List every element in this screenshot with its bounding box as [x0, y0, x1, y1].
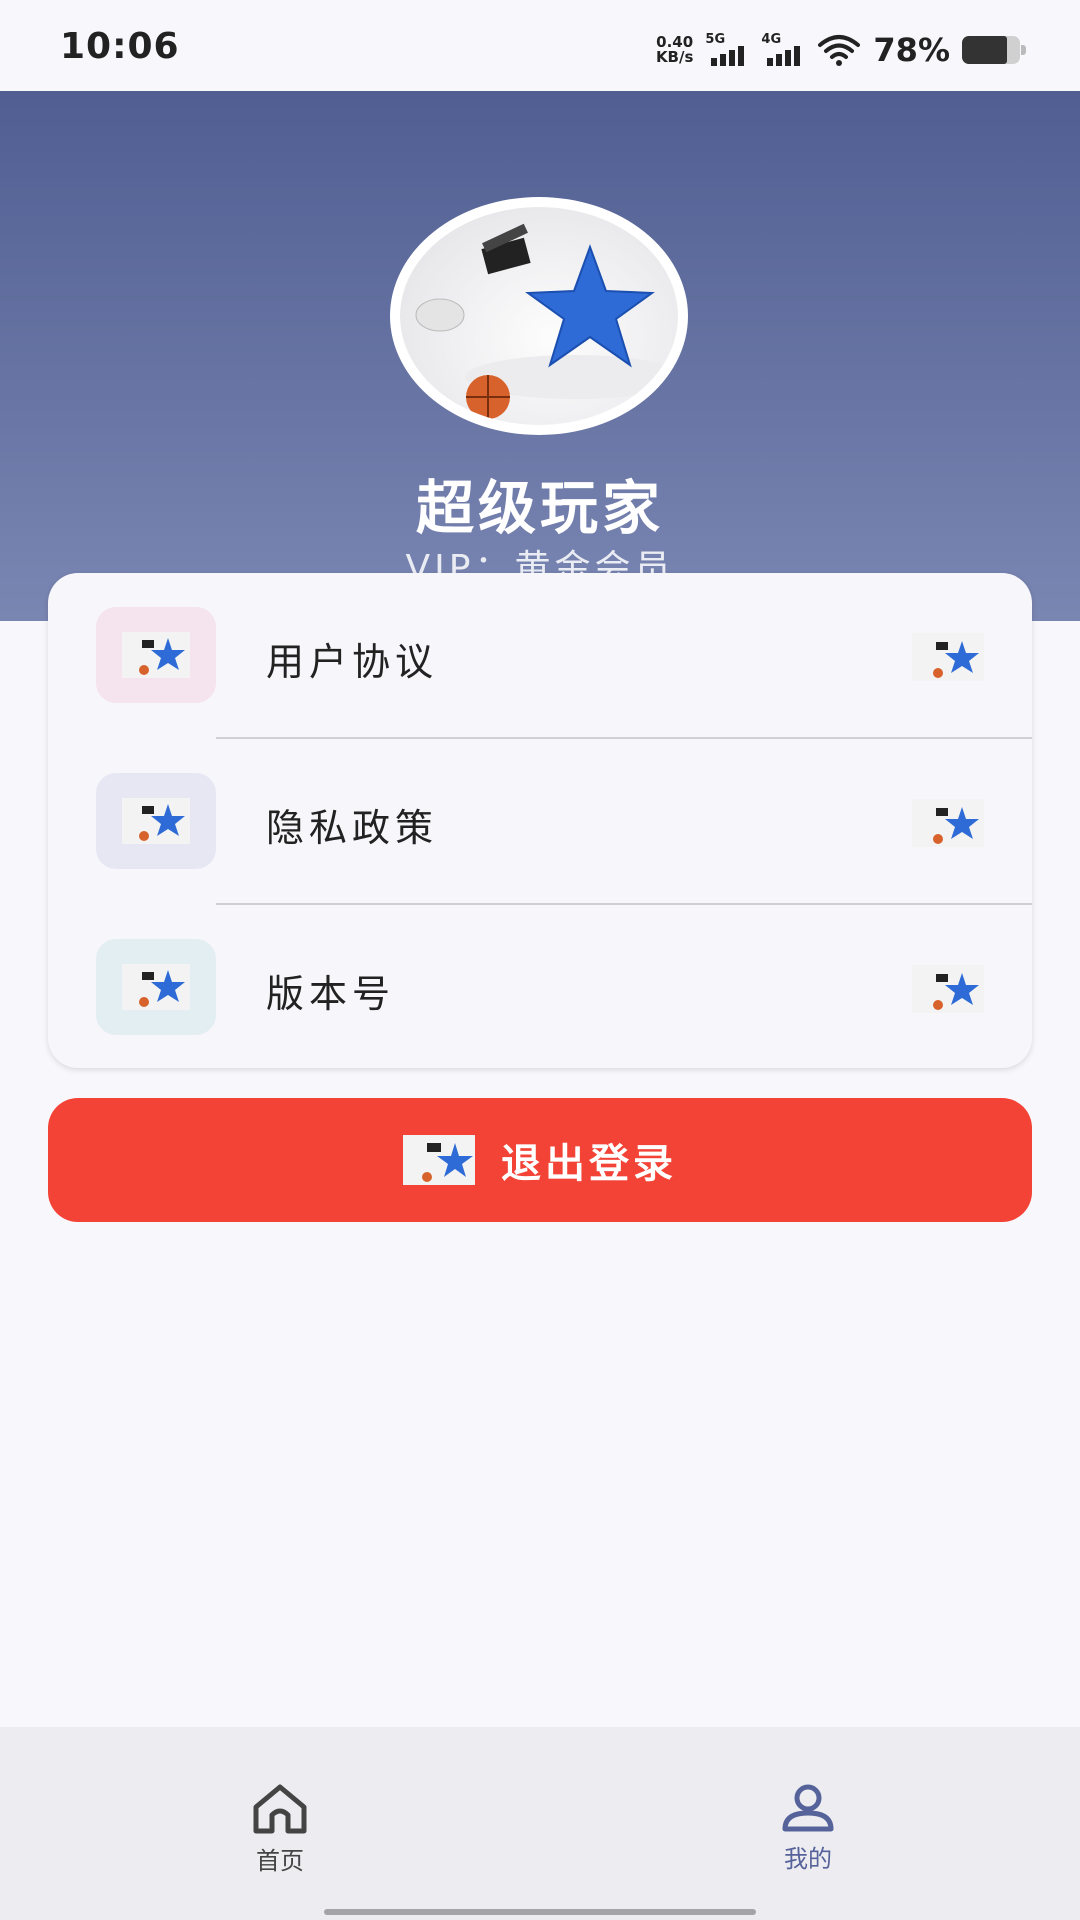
status-time: 10:06	[60, 26, 180, 67]
menu-item-label: 隐私政策	[266, 806, 439, 850]
battery-icon	[962, 36, 1026, 64]
home-icon	[253, 1784, 307, 1834]
home-indicator	[324, 1909, 756, 1915]
bottom-nav: 首页 我的	[0, 1727, 1080, 1920]
menu-icon-box	[96, 939, 216, 1035]
menu-item-label: 用户协议	[266, 640, 439, 684]
menu-icon-box	[96, 607, 216, 703]
chevron-right-icon	[912, 965, 984, 1013]
menu-item-privacy-policy[interactable]: 隐私政策	[48, 739, 1032, 905]
settings-menu-card: 用户协议 隐私政策 版本号	[48, 573, 1032, 1068]
signal-5g-icon: 5G	[705, 32, 749, 68]
menu-item-label: 版本号	[266, 972, 396, 1016]
status-bar: 10:06 0.40 KB/s 5G 4G 78%	[0, 0, 1080, 91]
logout-button[interactable]: 退出登录	[48, 1098, 1032, 1222]
battery-fill	[962, 36, 1008, 64]
nav-home-label: 首页	[256, 1847, 304, 1875]
signal-5g-label: 5G	[705, 32, 726, 47]
signal-4g-icon: 4G	[761, 32, 805, 68]
battery-percent: 78%	[873, 31, 950, 69]
nav-home[interactable]: 首页	[200, 1783, 360, 1876]
avatar[interactable]	[390, 197, 688, 435]
wifi-icon	[818, 35, 861, 66]
menu-item-user-agreement[interactable]: 用户协议	[48, 573, 1032, 739]
signal-4g-label: 4G	[761, 32, 782, 47]
logout-icon	[403, 1135, 475, 1185]
status-indicators: 0.40 KB/s 5G 4G 78%	[656, 30, 1026, 70]
profile-header: 超级玩家 VIP：黄金会员	[0, 91, 1080, 621]
logout-label: 退出登录	[501, 1141, 677, 1187]
star-icon	[122, 632, 190, 678]
star-icon	[122, 798, 190, 844]
nav-mine-label: 我的	[784, 1845, 832, 1873]
profile-name: 超级玩家	[415, 474, 664, 542]
chevron-right-icon	[912, 633, 984, 681]
network-speed-unit: KB/s	[655, 48, 694, 66]
nav-mine[interactable]: 我的	[728, 1783, 888, 1874]
star-icon	[122, 964, 190, 1010]
star-icon	[415, 223, 678, 419]
menu-item-version[interactable]: 版本号	[48, 905, 1032, 1068]
menu-icon-box	[96, 773, 216, 869]
user-icon	[782, 1784, 834, 1832]
chevron-right-icon	[912, 799, 984, 847]
network-speed: 0.40 KB/s	[656, 35, 693, 65]
